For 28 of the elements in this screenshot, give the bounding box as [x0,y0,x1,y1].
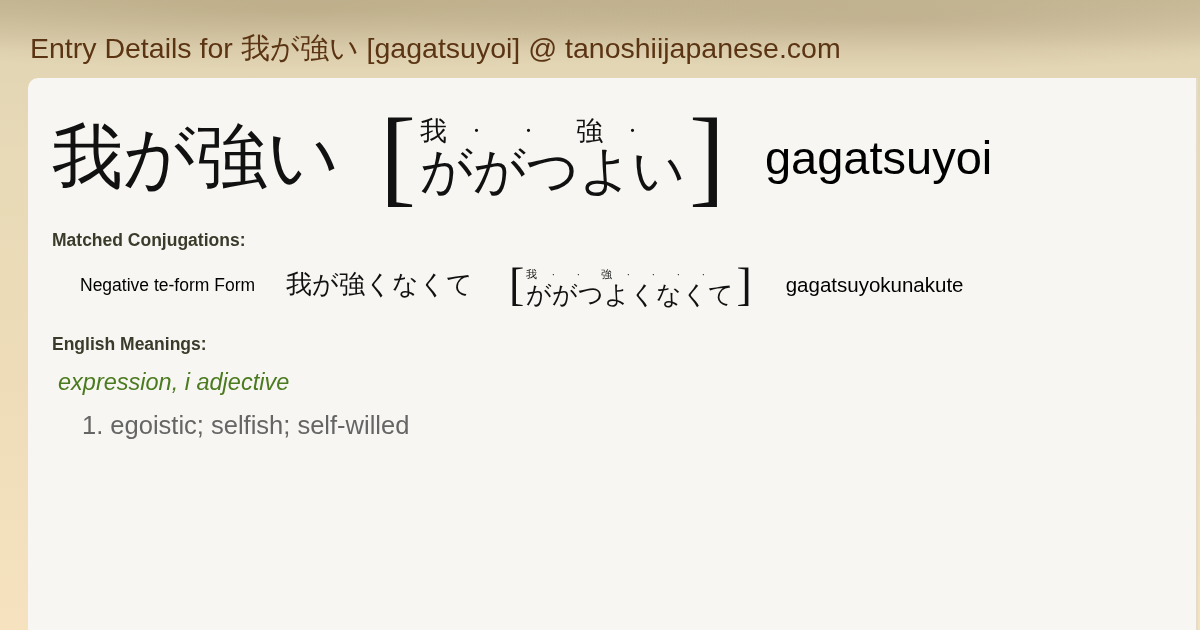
section-heading: Matched Conjugations: [52,230,246,250]
furigana: · [626,267,631,280]
reading-kana: ががつよくなくて [526,281,735,307]
conjugated-word: 我が強くなくて [286,272,474,298]
reading-bracket: [ [380,103,416,211]
furigana: · [551,267,556,280]
furigana: 我 [419,115,447,146]
page-title: Entry Details for 我が強い [gagatsuyoi] @ tanoshiijapanese.com [30,32,841,64]
furigana: · [676,267,681,280]
reading-bracket: ] [688,103,725,211]
section-heading: English Meanings: [52,334,207,354]
conjugation-romaji: gagatsuyokunakute [785,273,964,297]
furigana: 強 [575,115,603,146]
headword: 我が強い [52,121,340,193]
meaning-text: 1. egoistic; selfish; self-willed [82,410,410,440]
reading-kana: ががつよい [419,144,685,197]
furigana: · [627,115,637,146]
part-of-speech: expression, i adjective [58,368,290,396]
furigana: · [471,115,481,146]
reading-bracket: [ [509,262,525,308]
reading-bracket: ] [736,262,752,308]
furigana: · [576,267,581,280]
furigana: · [701,267,706,280]
conjugation-form: Negative te-form Form [80,274,256,296]
furigana: · [523,115,533,146]
furigana: 我 [526,267,538,280]
furigana: · [651,267,656,280]
furigana: 強 [601,267,613,280]
